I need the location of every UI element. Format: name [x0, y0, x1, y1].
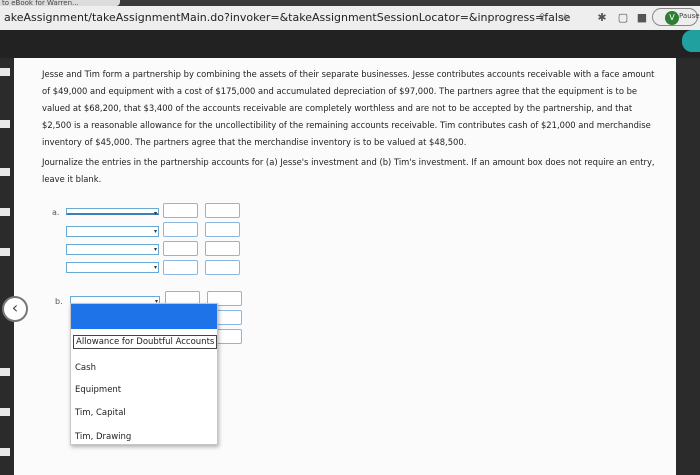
- debit-amount-a3[interactable]: [163, 241, 198, 256]
- gutter-marker: [0, 120, 10, 128]
- dropdown-option[interactable]: Tim, Capital: [75, 408, 126, 418]
- bookmark-star-icon[interactable]: ☆: [558, 11, 572, 25]
- account-dropdown-menu: Allowance for Doubtful Accounts Cash Equ…: [70, 303, 218, 445]
- credit-amount-a1[interactable]: [205, 203, 240, 218]
- gutter-marker: [0, 368, 10, 376]
- debit-amount-a1[interactable]: [163, 203, 198, 218]
- paused-label: Paused: [679, 12, 700, 20]
- gutter-marker: [0, 208, 10, 216]
- part-a-label: a.: [52, 208, 60, 217]
- part-b-label: b.: [55, 297, 63, 306]
- gutter-marker: [0, 68, 10, 76]
- account-select-a4[interactable]: ▾: [66, 262, 159, 273]
- share-icon[interactable]: ⇪: [535, 11, 549, 25]
- account-select-a2[interactable]: ▾: [66, 226, 159, 237]
- chevron-down-icon: ▾: [153, 264, 157, 271]
- gutter-marker: [0, 408, 10, 416]
- credit-amount-a2[interactable]: [205, 222, 240, 237]
- account-select-a3[interactable]: ▾: [66, 244, 159, 255]
- left-gutter: [0, 58, 14, 475]
- chevron-down-icon: ▾: [153, 246, 157, 253]
- window-icon[interactable]: ■: [635, 11, 649, 25]
- profile-avatar[interactable]: V: [665, 11, 679, 25]
- address-bar: akeAssignment/takeAssignmentMain.do?invo…: [0, 6, 700, 30]
- debit-amount-a2[interactable]: [163, 222, 198, 237]
- help-tab-icon[interactable]: [682, 30, 700, 52]
- dropdown-option[interactable]: Cash: [75, 363, 96, 373]
- gutter-marker: [0, 448, 10, 456]
- credit-amount-a3[interactable]: [205, 241, 240, 256]
- extensions-icon[interactable]: ✱: [595, 11, 609, 25]
- sidebar-icon[interactable]: ▢: [616, 11, 630, 25]
- account-select-a1[interactable]: ▾: [66, 208, 159, 217]
- url-text[interactable]: akeAssignment/takeAssignmentMain.do?invo…: [4, 10, 570, 26]
- gutter-marker: [0, 168, 10, 176]
- gutter-marker: [0, 248, 10, 256]
- chevron-down-icon: ▾: [153, 228, 157, 235]
- page-header-band: [0, 30, 700, 58]
- instructions-text: Journalize the entries in the partnershi…: [42, 157, 655, 184]
- right-gutter: [676, 58, 700, 475]
- debit-amount-a4[interactable]: [163, 260, 198, 275]
- dropdown-option[interactable]: Equipment: [75, 385, 121, 395]
- dropdown-option[interactable]: Allowance for Doubtful Accounts: [73, 335, 218, 349]
- dropdown-highlighted-option[interactable]: [71, 304, 217, 329]
- dropdown-option[interactable]: Tim, Drawing: [75, 432, 131, 442]
- question-text: Jesse and Tim form a partnership by comb…: [42, 69, 655, 147]
- chevron-left-icon[interactable]: ‹: [2, 296, 28, 322]
- credit-amount-a4[interactable]: [205, 260, 240, 275]
- chevron-down-icon: ▾: [153, 210, 157, 217]
